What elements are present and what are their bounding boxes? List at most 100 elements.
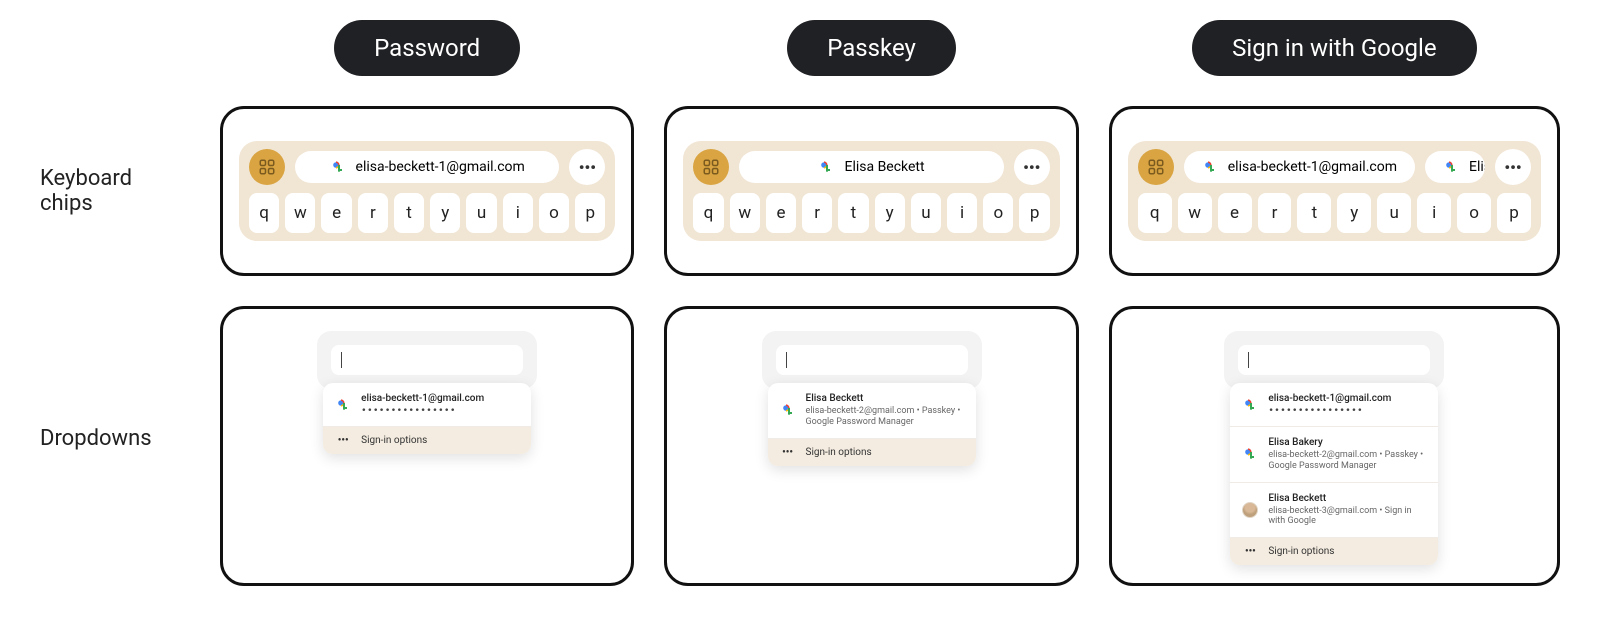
- card-drop-passkey: Elisa Beckett elisa-beckett-2@gmail.com …: [664, 306, 1078, 586]
- key-p[interactable]: p: [1497, 193, 1531, 233]
- dd-item-password-mask: ••••••••••••••••: [361, 406, 484, 416]
- key-r[interactable]: r: [358, 193, 388, 233]
- passkey-icon: [330, 159, 346, 175]
- passkey-icon: [780, 402, 796, 418]
- key-y[interactable]: y: [430, 193, 460, 233]
- key-q[interactable]: q: [1138, 193, 1172, 233]
- keyboard-row: q w e r t y u i o p: [693, 193, 1049, 233]
- key-r[interactable]: r: [802, 193, 832, 233]
- key-t[interactable]: t: [838, 193, 868, 233]
- text-cursor: [341, 352, 342, 368]
- dd-item-title: Elisa Beckett: [806, 393, 964, 404]
- column-header-google: Sign in with Google: [1109, 20, 1560, 76]
- key-u[interactable]: u: [1377, 193, 1411, 233]
- more-icon: •••: [335, 435, 351, 446]
- keyboard-app-icon[interactable]: [1138, 149, 1174, 185]
- app-window: elisa-beckett-1@gmail.com ••••••••••••••…: [317, 331, 537, 389]
- card-chips-google: elisa-beckett-1@gmail.com Elisa B ••• q …: [1109, 106, 1560, 276]
- suggestion-chip-partial[interactable]: Elisa B: [1425, 151, 1485, 183]
- key-i[interactable]: i: [1417, 193, 1451, 233]
- dd-item-password-mask: ••••••••••••••••: [1268, 406, 1391, 416]
- pill-password: Password: [334, 20, 520, 76]
- dd-item-title: Elisa Bakery: [1268, 437, 1426, 448]
- text-input[interactable]: [776, 345, 968, 375]
- row-label-dropdowns: Dropdowns: [40, 306, 190, 451]
- dd-item-sub: elisa-beckett-2@gmail.com • Passkey • Go…: [1268, 450, 1426, 472]
- avatar-icon: [1242, 502, 1258, 518]
- passkey-icon: [1242, 446, 1258, 462]
- row-label-chips: Keyboard chips: [40, 106, 190, 216]
- dropdown-item[interactable]: Elisa Bakery elisa-beckett-2@gmail.com •…: [1230, 427, 1438, 483]
- card-chips-passkey: Elisa Beckett ••• q w e r t y u i o p: [664, 106, 1078, 276]
- dropdown-item[interactable]: Elisa Beckett elisa-beckett-2@gmail.com …: [768, 383, 976, 439]
- more-button[interactable]: •••: [1495, 149, 1531, 185]
- key-o[interactable]: o: [539, 193, 569, 233]
- key-p[interactable]: p: [575, 193, 605, 233]
- dropdown-item[interactable]: elisa-beckett-1@gmail.com ••••••••••••••…: [323, 383, 531, 427]
- pill-google: Sign in with Google: [1192, 20, 1476, 76]
- key-w[interactable]: w: [285, 193, 315, 233]
- signin-options[interactable]: ••• Sign-in options: [768, 439, 976, 466]
- card-drop-google: elisa-beckett-1@gmail.com ••••••••••••••…: [1109, 306, 1560, 586]
- comparison-grid: Password Passkey Sign in with Google Key…: [40, 20, 1560, 586]
- more-icon: •••: [1242, 546, 1258, 557]
- key-q[interactable]: q: [249, 193, 279, 233]
- column-header-passkey: Passkey: [664, 20, 1078, 76]
- key-u[interactable]: u: [466, 193, 496, 233]
- key-e[interactable]: e: [321, 193, 351, 233]
- passkey-icon: [335, 397, 351, 413]
- more-button[interactable]: •••: [569, 149, 605, 185]
- key-q[interactable]: q: [693, 193, 723, 233]
- dropdown-item[interactable]: elisa-beckett-1@gmail.com ••••••••••••••…: [1230, 383, 1438, 427]
- key-w[interactable]: w: [1178, 193, 1212, 233]
- keyboard-app-icon[interactable]: [693, 149, 729, 185]
- passkey-icon: [1242, 397, 1258, 413]
- text-cursor: [1248, 352, 1249, 368]
- key-e[interactable]: e: [766, 193, 796, 233]
- signin-options[interactable]: ••• Sign-in options: [323, 427, 531, 454]
- more-icon: •••: [1023, 158, 1040, 177]
- key-y[interactable]: y: [1337, 193, 1371, 233]
- app-window: Elisa Beckett elisa-beckett-2@gmail.com …: [762, 331, 982, 389]
- column-header-password: Password: [220, 20, 634, 76]
- key-p[interactable]: p: [1019, 193, 1049, 233]
- suggestion-chip[interactable]: elisa-beckett-1@gmail.com: [1184, 151, 1415, 183]
- chip-text: elisa-beckett-1@gmail.com: [356, 159, 525, 175]
- key-y[interactable]: y: [875, 193, 905, 233]
- text-cursor: [786, 352, 787, 368]
- key-w[interactable]: w: [730, 193, 760, 233]
- passkey-icon: [1443, 159, 1459, 175]
- keyboard-row: q w e r t y u i o p: [249, 193, 605, 233]
- chip-text: Elisa B: [1469, 159, 1485, 175]
- keyboard-bar: Elisa Beckett ••• q w e r t y u i o p: [683, 141, 1059, 241]
- suggestion-chip[interactable]: elisa-beckett-1@gmail.com: [295, 151, 559, 183]
- keyboard-bar: elisa-beckett-1@gmail.com ••• q w e r t …: [239, 141, 615, 241]
- text-input[interactable]: [1238, 345, 1430, 375]
- dd-item-title: Elisa Beckett: [1268, 493, 1426, 504]
- pill-passkey: Passkey: [787, 20, 956, 76]
- chip-text: Elisa Beckett: [844, 159, 924, 175]
- keyboard-bar: elisa-beckett-1@gmail.com Elisa B ••• q …: [1128, 141, 1541, 241]
- key-i[interactable]: i: [503, 193, 533, 233]
- dd-item-title: elisa-beckett-1@gmail.com: [361, 393, 484, 404]
- autofill-dropdown: Elisa Beckett elisa-beckett-2@gmail.com …: [768, 383, 976, 466]
- key-o[interactable]: o: [1457, 193, 1491, 233]
- keyboard-app-icon[interactable]: [249, 149, 285, 185]
- key-t[interactable]: t: [394, 193, 424, 233]
- signin-options-label: Sign-in options: [806, 447, 872, 458]
- key-o[interactable]: o: [983, 193, 1013, 233]
- key-t[interactable]: t: [1297, 193, 1331, 233]
- dropdown-item[interactable]: Elisa Beckett elisa-beckett-3@gmail.com …: [1230, 483, 1438, 539]
- more-icon: •••: [579, 158, 596, 177]
- dd-item-title: elisa-beckett-1@gmail.com: [1268, 393, 1391, 404]
- suggestion-chip[interactable]: Elisa Beckett: [739, 151, 1003, 183]
- text-input[interactable]: [331, 345, 523, 375]
- key-u[interactable]: u: [911, 193, 941, 233]
- more-icon: •••: [780, 447, 796, 458]
- key-e[interactable]: e: [1218, 193, 1252, 233]
- app-window: elisa-beckett-1@gmail.com ••••••••••••••…: [1224, 331, 1444, 389]
- key-r[interactable]: r: [1258, 193, 1292, 233]
- more-button[interactable]: •••: [1014, 149, 1050, 185]
- key-i[interactable]: i: [947, 193, 977, 233]
- signin-options[interactable]: ••• Sign-in options: [1230, 538, 1438, 565]
